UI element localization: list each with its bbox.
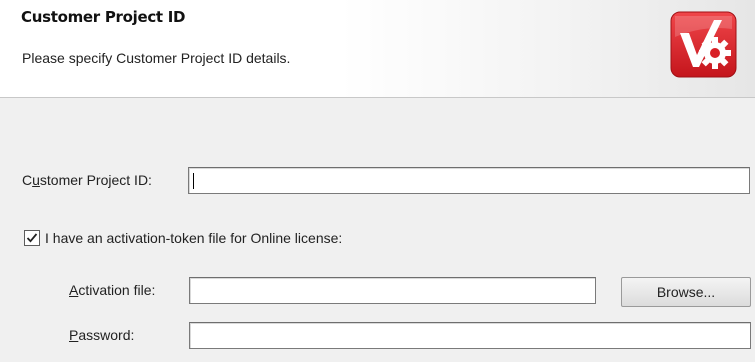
password-input[interactable] bbox=[189, 322, 751, 349]
activation-file-label-rest: ctivation file: bbox=[78, 282, 156, 298]
customer-project-id-label-rest: stomer Project ID: bbox=[39, 172, 152, 188]
header-title: Customer Project ID bbox=[21, 8, 186, 26]
customer-project-id-label-part: C bbox=[22, 172, 33, 188]
activation-file-input[interactable] bbox=[189, 277, 596, 304]
customer-project-id-access-key: u bbox=[32, 172, 40, 188]
browse-button[interactable]: Browse... bbox=[621, 277, 751, 307]
dialog-header: Customer Project ID Please specify Custo… bbox=[0, 0, 755, 98]
online-license-checkbox[interactable] bbox=[24, 230, 40, 246]
checkmark-gear-logo-icon bbox=[670, 11, 737, 78]
customer-project-id-input[interactable] bbox=[188, 167, 750, 194]
header-subtitle: Please specify Customer Project ID detai… bbox=[22, 50, 291, 66]
online-license-checkbox-label[interactable]: I have an activation-token file for Onli… bbox=[45, 230, 342, 246]
customer-project-id-dialog: Customer Project ID Please specify Custo… bbox=[0, 0, 755, 362]
activation-file-label: Activation file: bbox=[69, 282, 155, 298]
customer-project-id-label: Customer Project ID: bbox=[22, 172, 152, 188]
password-label-rest: assword: bbox=[78, 327, 135, 343]
activation-file-access-key: A bbox=[69, 282, 79, 298]
password-label: Password: bbox=[69, 327, 134, 343]
text-caret bbox=[193, 173, 194, 189]
password-access-key: P bbox=[69, 327, 79, 343]
checkmark-icon bbox=[26, 233, 38, 243]
